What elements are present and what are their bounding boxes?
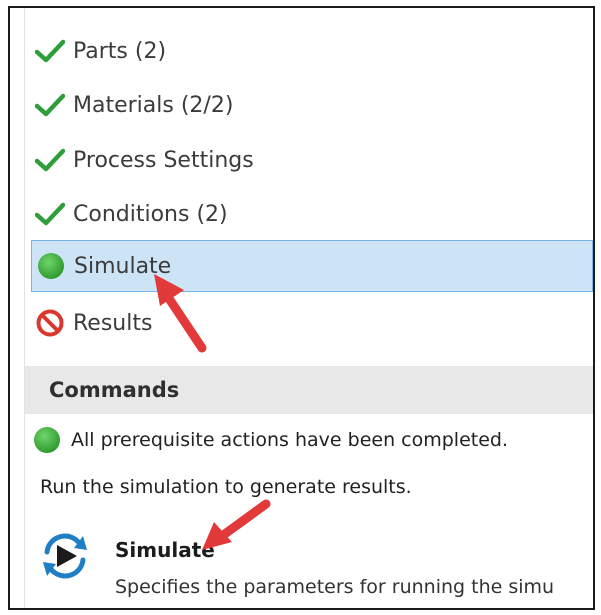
green-dot-icon [31, 424, 63, 456]
workflow-panel: Parts (2) Materials (2/2) Process Settin… [25, 8, 593, 608]
checkmark-icon [33, 88, 67, 122]
step-label: Simulate [74, 253, 172, 279]
step-label: Parts (2) [73, 38, 167, 64]
prohibited-icon [33, 306, 67, 340]
info-text: Run the simulation to generate results. [40, 476, 412, 498]
step-process-settings[interactable]: Process Settings [31, 135, 593, 185]
step-conditions[interactable]: Conditions (2) [31, 189, 593, 239]
simulate-command[interactable]: Simulate Specifies the parameters for ru… [31, 524, 593, 604]
step-results[interactable]: Results [31, 298, 593, 348]
checkmark-icon [33, 34, 67, 68]
command-description: Specifies the parameters for running the… [115, 576, 555, 598]
status-text: All prerequisite actions have been compl… [71, 429, 509, 451]
step-parts[interactable]: Parts (2) [31, 26, 593, 76]
step-label: Materials (2/2) [73, 92, 234, 118]
commands-header: Commands [25, 366, 593, 414]
green-dot-icon [34, 249, 68, 283]
prerequisite-status: All prerequisite actions have been compl… [31, 420, 593, 460]
step-label: Conditions (2) [73, 201, 228, 227]
checkmark-icon [33, 197, 67, 231]
checkmark-icon [33, 143, 67, 177]
left-rail [10, 8, 25, 608]
step-materials[interactable]: Materials (2/2) [31, 80, 593, 130]
command-title: Simulate [115, 538, 215, 562]
simulate-run-icon [39, 530, 91, 582]
step-label: Results [73, 310, 153, 336]
step-simulate[interactable]: Simulate [31, 240, 593, 292]
step-label: Process Settings [73, 147, 254, 173]
screenshot-frame: Parts (2) Materials (2/2) Process Settin… [8, 6, 595, 610]
